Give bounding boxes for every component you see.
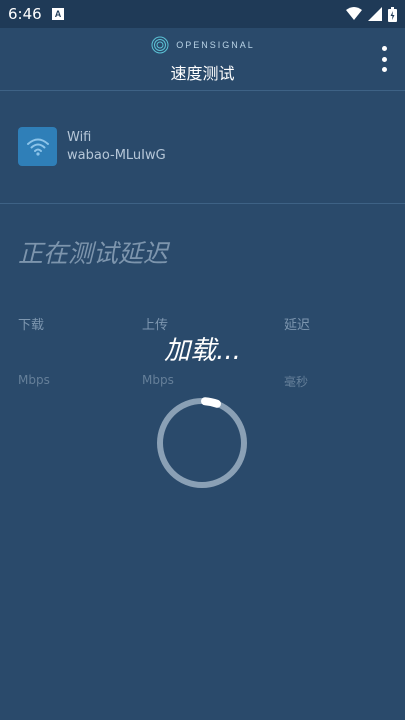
status-bar: 6:46 A [0, 0, 405, 28]
signal-icon [368, 7, 382, 21]
page-title: 速度测试 [170, 64, 235, 83]
menu-dot [381, 56, 387, 62]
network-name: wabao-MLuIwG [67, 148, 166, 163]
menu-dot [381, 46, 387, 51]
network-info: Wifi wabao-MLuIwG [18, 127, 378, 171]
upload-unit: Mbps [142, 373, 174, 387]
network-type: Wifi [67, 130, 92, 145]
battery-icon [388, 6, 397, 22]
status-icons [346, 6, 397, 22]
network-divider [0, 203, 405, 204]
test-status: 正在测试延迟 [18, 239, 169, 268]
more-vert-icon[interactable] [377, 46, 391, 72]
brand-logo: OPENSIGNAL [0, 36, 405, 54]
menu-dot [381, 67, 387, 72]
status-time: 6:46 [8, 5, 42, 23]
brand-name: OPENSIGNAL [176, 40, 255, 50]
header-divider [0, 90, 405, 91]
loading-text: 加载... [164, 336, 241, 366]
wifi-icon [18, 127, 57, 166]
wifi-icon [346, 7, 362, 20]
loading-spinner [157, 397, 247, 488]
download-unit: Mbps [18, 373, 50, 387]
app-bar: OPENSIGNAL 速度测试 [0, 28, 405, 90]
latency-unit: 毫秒 [284, 375, 309, 389]
opensignal-logo-icon [151, 36, 169, 54]
a-icon: A [52, 8, 64, 20]
